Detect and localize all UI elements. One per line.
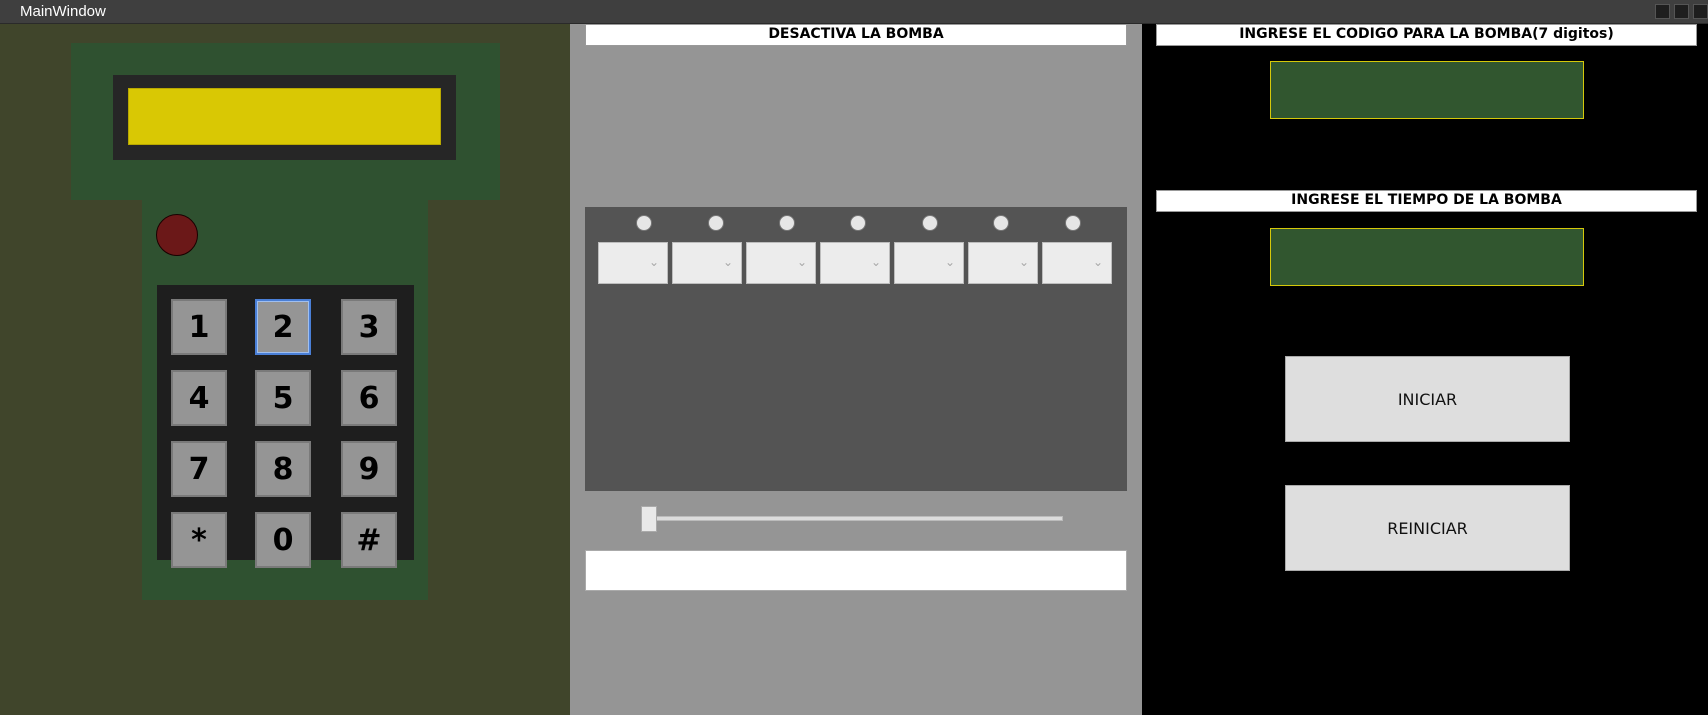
- wire-combo-5[interactable]: ⌄: [894, 242, 964, 284]
- key-6[interactable]: 6: [341, 370, 397, 426]
- code-header: INGRESE EL CODIGO PARA LA BOMBA(7 digito…: [1156, 24, 1697, 46]
- wire-combo-3[interactable]: ⌄: [746, 242, 816, 284]
- chevron-down-icon: ⌄: [944, 255, 955, 269]
- defuse-header: DESACTIVA LA BOMBA: [585, 24, 1127, 46]
- chevron-down-icon: ⌄: [870, 255, 881, 269]
- key-2[interactable]: 2: [255, 299, 311, 355]
- wire-radio-1[interactable]: [636, 215, 652, 231]
- wire-radio-7[interactable]: [1065, 215, 1081, 231]
- status-led: [156, 214, 198, 256]
- key-4[interactable]: 4: [171, 370, 227, 426]
- key-5[interactable]: 5: [255, 370, 311, 426]
- close-button[interactable]: [1693, 4, 1708, 19]
- key-hash[interactable]: #: [341, 512, 397, 568]
- chevron-down-icon: ⌄: [796, 255, 807, 269]
- keypad: 1 2 3 4 5 6 7 8 9 * 0 #: [157, 285, 414, 568]
- status-field[interactable]: [585, 550, 1127, 591]
- wire-combo-6[interactable]: ⌄: [968, 242, 1038, 284]
- chevron-down-icon: ⌄: [722, 255, 733, 269]
- chevron-down-icon: ⌄: [1018, 255, 1029, 269]
- time-input[interactable]: [1270, 228, 1584, 286]
- wire-combo-1[interactable]: ⌄: [598, 242, 668, 284]
- slider-handle[interactable]: [641, 506, 657, 532]
- window-title: MainWindow: [20, 3, 106, 20]
- start-button[interactable]: INICIAR: [1285, 356, 1570, 442]
- maximize-button[interactable]: [1674, 4, 1689, 19]
- time-header: INGRESE EL TIEMPO DE LA BOMBA: [1156, 190, 1697, 212]
- code-input[interactable]: [1270, 61, 1584, 119]
- slider-track[interactable]: [646, 516, 1063, 521]
- wire-radio-5[interactable]: [922, 215, 938, 231]
- wire-combo-7[interactable]: ⌄: [1042, 242, 1112, 284]
- key-0[interactable]: 0: [255, 512, 311, 568]
- wire-radio-3[interactable]: [779, 215, 795, 231]
- key-star[interactable]: *: [171, 512, 227, 568]
- key-7[interactable]: 7: [171, 441, 227, 497]
- chevron-down-icon: ⌄: [1092, 255, 1103, 269]
- key-3[interactable]: 3: [341, 299, 397, 355]
- wire-radio-4[interactable]: [850, 215, 866, 231]
- lcd-display: [128, 88, 441, 145]
- wire-radio-6[interactable]: [993, 215, 1009, 231]
- title-bar: MainWindow: [0, 0, 1708, 24]
- minimize-button[interactable]: [1655, 4, 1670, 19]
- key-9[interactable]: 9: [341, 441, 397, 497]
- wire-combo-2[interactable]: ⌄: [672, 242, 742, 284]
- key-8[interactable]: 8: [255, 441, 311, 497]
- chevron-down-icon: ⌄: [648, 255, 659, 269]
- wire-combo-4[interactable]: ⌄: [820, 242, 890, 284]
- reset-button[interactable]: REINICIAR: [1285, 485, 1570, 571]
- wire-radio-2[interactable]: [708, 215, 724, 231]
- key-1[interactable]: 1: [171, 299, 227, 355]
